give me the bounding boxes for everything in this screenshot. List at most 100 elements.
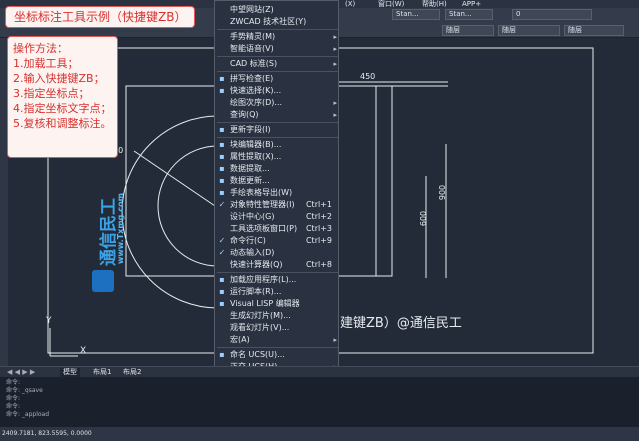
command-line: 命令: (6, 379, 21, 386)
callout-title: 坐标标注工具示例（快捷键ZB） (5, 6, 196, 28)
menu-item[interactable]: 智能语音(V) ▸ (215, 43, 340, 55)
submenu-arrow-icon: ▸ (333, 111, 337, 119)
menu-item[interactable]: 宏(A) ▸ (215, 334, 340, 346)
menu-item-label: 中望网站(Z) (230, 5, 274, 14)
tab-nav-arrows[interactable]: ◀ ◀ ▶ ▶ (4, 368, 38, 377)
menu-item-shortcut: Ctrl+9 (305, 236, 332, 245)
instructions-callout: 操作方法： 1.加载工具； 2.输入快捷键ZB； 3.指定坐标点； 4.指定坐标… (7, 36, 118, 158)
menu-item[interactable]: 查询(Q) ▸ (215, 109, 340, 121)
lisp-editor-icon: ▪ (219, 299, 225, 308)
menu-item[interactable]: ▪ 拼写检查(E) (215, 73, 340, 85)
menu-item[interactable]: ▪ 命名 UCS(U)... (215, 349, 340, 361)
menu-item[interactable]: ✓ 命令行(C) Ctrl+9 (215, 235, 340, 247)
dim-style-select[interactable]: Stan... (445, 9, 493, 20)
menu-item-label: 设计中心(G) (230, 212, 275, 221)
menu-item-label: 数据更新... (230, 176, 270, 185)
menu-item[interactable]: ZWCAD 技术社区(Y) (215, 16, 340, 28)
tab-layout2[interactable]: 布局2 (120, 368, 144, 377)
menu-item-label: CAD 标准(S) (230, 59, 278, 68)
quick-select-icon: ▪ (219, 86, 225, 95)
menu-item[interactable]: ▪ 属性提取(X)... (215, 151, 340, 163)
step-item: 1.加载工具； (13, 57, 79, 70)
menu-item[interactable]: 工具选项板窗口(P) Ctrl+3 (215, 223, 340, 235)
radius-line (133, 150, 219, 209)
menu-item[interactable]: ▪ 加载应用程序(L)... (215, 274, 340, 286)
linetype-select[interactable]: 随层 (442, 25, 494, 36)
menu-separator (217, 29, 338, 30)
command-line: 命令: _appload (6, 411, 50, 418)
run-script-icon: ▪ (219, 287, 225, 296)
ucs-x-label: X (80, 346, 87, 356)
tab-model[interactable]: 模型 (60, 368, 80, 377)
menu-item-label: 绘图次序(D)... (230, 98, 283, 107)
step-item: 3.指定坐标点； (13, 87, 90, 100)
logo-mark (92, 270, 114, 292)
menu-item-label: ZWCAD 技术社区(Y) (230, 17, 307, 26)
menu-item[interactable]: 绘图次序(D)... ▸ (215, 97, 340, 109)
menu-separator (217, 347, 338, 348)
menu-item-label: 对象特性管理器(I) (230, 200, 295, 209)
menu-item[interactable]: ▪ 块编辑器(B)... (215, 139, 340, 151)
menu-item[interactable]: 快速计算器(Q) Ctrl+8 (215, 259, 340, 271)
command-window[interactable]: 命令: 命令: _qsave 命令: 命令: 命令: _appload (0, 377, 639, 427)
menu-item[interactable]: ▪ 数据更新... (215, 175, 340, 187)
layout-tabs: ◀ ◀ ▶ ▶ 模型 布局1 布局2 (0, 366, 639, 377)
command-line: 命令: _qsave (6, 387, 43, 394)
menu-item[interactable]: 中望网站(Z) (215, 4, 340, 16)
menu-item-label: 查询(Q) (230, 110, 259, 119)
menu-item-label: 运行脚本(R)... (230, 287, 282, 296)
text-style-select[interactable]: Stan... (392, 9, 440, 20)
menu-bar-item-window[interactable]: 窗口(W) (378, 0, 404, 8)
menu-item-label: 智能语音(V) (230, 44, 274, 53)
menu-item[interactable]: 生成幻灯片(M)... (215, 310, 340, 322)
menu-item-label: 手势精灵(M) (230, 32, 276, 41)
menu-item-label: 动态输入(D) (230, 248, 275, 257)
menu-separator (217, 71, 338, 72)
tab-layout1[interactable]: 布局1 (90, 368, 114, 377)
lineweight-select[interactable]: 随层 (498, 25, 560, 36)
dim-label-600: 600 (419, 210, 429, 227)
update-field-icon: ▪ (219, 125, 225, 134)
status-bar: 2409.7181, 823.5595, 0.0000 (0, 427, 639, 441)
menu-item[interactable]: ▪ 运行脚本(R)... (215, 286, 340, 298)
menu-item[interactable]: 设计中心(G) Ctrl+2 (215, 211, 340, 223)
menu-bar-item[interactable]: (X) (345, 0, 355, 8)
instructions-heading: 操作方法： (13, 42, 68, 55)
data-update-icon: ▪ (219, 176, 225, 185)
command-line: 命令: (6, 395, 21, 402)
menu-item-label: 命名 UCS(U)... (230, 350, 285, 359)
menu-item-label: 工具选项板窗口(P) (230, 224, 298, 233)
menu-separator (217, 56, 338, 57)
watermark-text: 建键ZB）@通信民工 (340, 316, 462, 331)
layer-select[interactable]: 0 (512, 9, 592, 20)
menu-item[interactable]: ✓ 动态输入(D) (215, 247, 340, 259)
menu-item-shortcut: Ctrl+1 (305, 200, 332, 209)
color-select[interactable]: 随层 (564, 25, 624, 36)
menu-item[interactable]: ▪ 数据提取... (215, 163, 340, 175)
submenu-arrow-icon: ▸ (333, 45, 337, 53)
menu-item[interactable]: ▪ 快速选择(K)... (215, 85, 340, 97)
menu-item[interactable]: 手势精灵(M) ▸ (215, 31, 340, 43)
load-app-icon: ▪ (219, 275, 225, 284)
submenu-arrow-icon: ▸ (333, 33, 337, 41)
menu-item[interactable]: CAD 标准(S) ▸ (215, 58, 340, 70)
submenu-arrow-icon: ▸ (333, 336, 337, 344)
menu-item-label: 拼写检查(E) (230, 74, 274, 83)
step-item: 5.复核和调整标注。 (13, 117, 112, 130)
menu-item[interactable]: 观看幻灯片(V)... (215, 322, 340, 334)
step-item: 2.输入快捷键ZB； (13, 72, 105, 85)
menu-item-shortcut: Ctrl+8 (305, 260, 332, 269)
menu-item[interactable]: ▪ Visual LISP 编辑器 (215, 298, 340, 310)
check-icon: ✓ (218, 248, 226, 257)
menu-bar-item-app[interactable]: APP+ (462, 0, 481, 8)
dim-label-900: 900 (438, 184, 448, 201)
check-icon: ✓ (218, 200, 226, 209)
menu-separator (217, 272, 338, 273)
menu-item-shortcut: Ctrl+2 (305, 212, 332, 221)
arc-small (157, 145, 219, 267)
menu-item[interactable]: ▪ 更新字段(I) (215, 124, 340, 136)
menu-item[interactable]: ✓ 对象特性管理器(I) Ctrl+1 (215, 199, 340, 211)
menu-item[interactable]: ▪ 手绘表格导出(W) (215, 187, 340, 199)
submenu-arrow-icon: ▸ (333, 99, 337, 107)
menu-bar-item-help[interactable]: 帮助(H) (422, 0, 447, 8)
